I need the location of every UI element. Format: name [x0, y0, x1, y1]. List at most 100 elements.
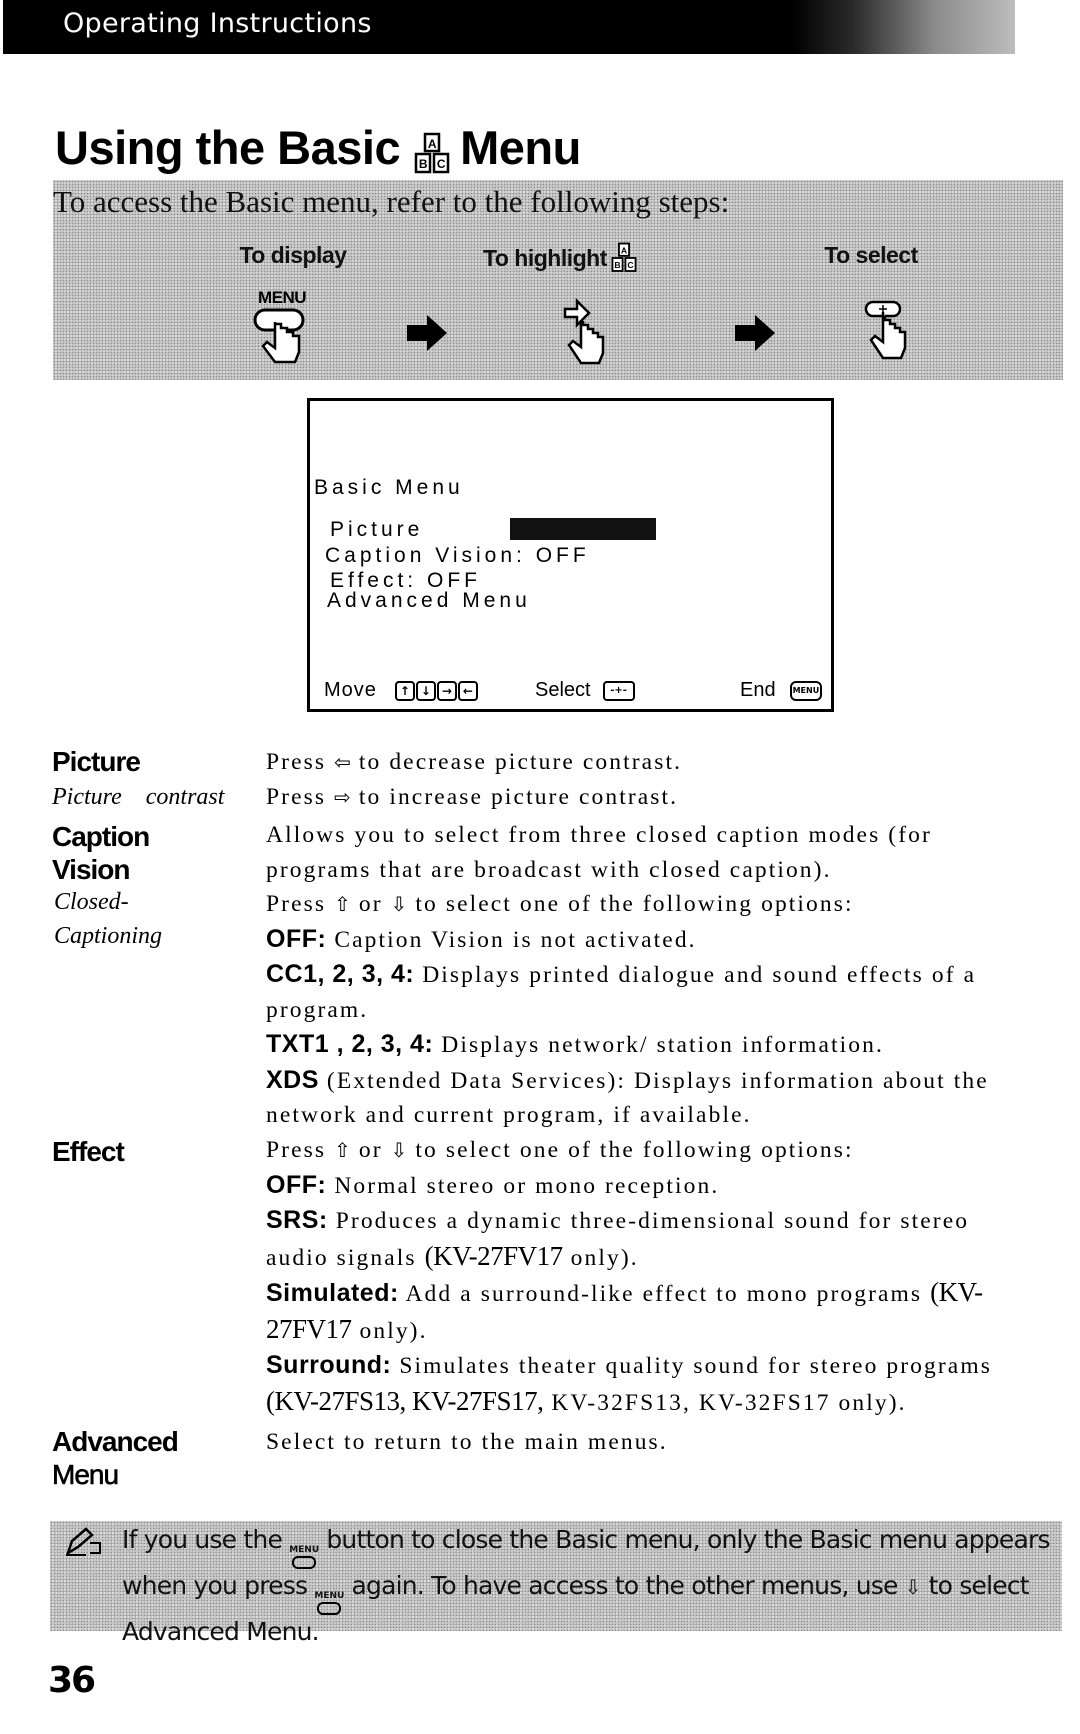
text: to select one of the following options: [415, 891, 854, 917]
caption-vision-description: Allows you to select from three closed c… [266, 818, 1006, 1133]
hand-press-menu-icon [251, 306, 321, 381]
svg-text:B: B [614, 260, 620, 270]
up-arrow-icon: ⇧ [334, 1138, 351, 1162]
steps-panel: To access the Basic menu, refer to the f… [53, 180, 1063, 380]
text: or [358, 891, 383, 917]
text: to increase picture contrast. [358, 783, 679, 810]
menu-button-label: MENU [289, 1545, 320, 1555]
menu-button-label: MENU [314, 1591, 345, 1601]
option-key: SRS: [266, 1206, 328, 1234]
effect-option: Simulated: Add a surround-like effect to… [266, 1275, 1036, 1348]
down-arrow-icon: ⇩ [390, 892, 408, 916]
svg-text:C: C [437, 157, 446, 171]
option-text: Caption Vision is not activated. [334, 926, 697, 953]
end-label: End [740, 679, 776, 701]
picture-description: Press ⇦ to decrease picture contrast. Pr… [266, 745, 1056, 814]
svg-text:C: C [627, 260, 634, 270]
hand-press-arrow-icon [561, 295, 611, 375]
right-key-icon: → [436, 680, 457, 701]
steps-intro: To access the Basic menu, refer to the f… [53, 184, 730, 219]
option-text: Add a surround-like effect to mono progr… [405, 1281, 923, 1307]
tv-screen-basic-menu: Basic Menu Picture Caption Vision: OFF E… [307, 398, 834, 712]
abc-blocks-icon: A B C [611, 242, 637, 279]
note-pencil-icon [64, 1527, 104, 1562]
menu-button-icon: MENU [314, 1592, 344, 1615]
svg-text:B: B [419, 157, 428, 171]
svg-text:A: A [621, 246, 628, 256]
effect-press-line: Press ⇧ or ⇩ to select one of the follow… [266, 1133, 1036, 1168]
subterm-line: Captioning [54, 923, 163, 949]
caption-option: XDS (Extended Data Services): Displays i… [266, 1063, 1006, 1133]
picture-decrease-line: Press ⇦ to decrease picture contrast. [266, 745, 1056, 780]
left-arrow-icon: ⇦ [334, 750, 351, 774]
note-panel: If you use the MENU button to close the … [50, 1521, 1062, 1646]
down-key-icon: ↓ [415, 680, 436, 701]
move-label: Move [324, 679, 377, 701]
up-key-icon: ↑ [394, 680, 415, 701]
option-key: TXT1 , 2, 3, 4: [266, 1030, 434, 1058]
effect-option: Surround: Simulates theater quality soun… [266, 1348, 1036, 1420]
text: Press [266, 749, 327, 775]
step-label: To display [239, 242, 347, 268]
text: to select one of the following options: [415, 1137, 854, 1163]
option-key: CC1, 2, 3, 4: [266, 960, 415, 988]
menu-key-icon: MENU [789, 680, 823, 701]
term-caption-vision: Caption Vision [52, 820, 150, 886]
option-tail: only). [570, 1244, 639, 1271]
term-line: Advanced [52, 1426, 179, 1457]
option-tail: only). [359, 1317, 428, 1344]
subterm-line: Closed- [54, 889, 129, 915]
term-advanced-menu: Advanced Menu [52, 1425, 179, 1491]
osd-footer-select: Select -+- [535, 679, 636, 702]
option-text: Simulates theater quality sound for ster… [399, 1353, 992, 1379]
term-line: Vision [52, 854, 131, 885]
osd-highlight-bar [510, 518, 656, 540]
option-key: Simulated: [266, 1279, 399, 1307]
caption-option: CC1, 2, 3, 4: Displays printed dialogue … [266, 957, 1006, 1027]
effect-option: SRS: Produces a dynamic three-dimensiona… [266, 1203, 1036, 1275]
down-arrow-icon: ⇩ [904, 1575, 922, 1599]
page-title-text-end: Menu [460, 121, 581, 174]
caption-option: OFF: Caption Vision is not activated. [266, 922, 1006, 958]
term-line: Caption [52, 821, 150, 852]
hand-press-select-icon [863, 298, 913, 378]
up-arrow-icon: ⇧ [334, 892, 351, 916]
abc-blocks-icon: A B C [414, 132, 450, 176]
arrow-right-icon [733, 313, 777, 358]
page-title-text-start: Using the Basic [55, 121, 401, 174]
option-models: (KV-27FS13, KV-27FS17, [266, 1385, 544, 1416]
caption-intro: Allows you to select from three closed c… [266, 822, 932, 883]
step-select: To select [811, 242, 931, 269]
step-highlight: To highlight A B C [483, 242, 683, 279]
text: Press [266, 891, 327, 917]
text: If you use the [122, 1525, 283, 1554]
left-key-icon: ← [457, 680, 478, 701]
option-text: (Extended Data Services): Displays infor… [266, 1067, 989, 1129]
svg-text:A: A [428, 137, 437, 151]
osd-item-advanced-menu[interactable]: Advanced Menu [327, 589, 531, 613]
menu-button-icon: MENU [289, 1546, 319, 1569]
option-models: (KV-27FV17 [424, 1240, 564, 1271]
down-arrow-icon: ⇩ [390, 1138, 408, 1162]
option-text: Displays network/ station information. [441, 1032, 884, 1058]
step-display: To display [223, 242, 363, 269]
arrow-right-icon [405, 313, 449, 358]
osd-item-picture[interactable]: Picture [330, 518, 423, 542]
option-key: OFF: [266, 924, 327, 953]
effect-option: OFF: Normal stereo or mono reception. [266, 1168, 1036, 1204]
subterm-closed-captioning: Closed- Captioning [54, 885, 162, 953]
option-key: XDS [266, 1065, 319, 1094]
osd-item-caption-vision[interactable]: Caption Vision: OFF [325, 544, 590, 568]
term-picture: Picture [52, 746, 141, 777]
option-text: Normal stereo or mono reception. [334, 1172, 720, 1199]
option-tail: KV-32FS13, KV-32FS17 only). [551, 1389, 907, 1416]
term-line: Menu [52, 1459, 120, 1491]
term-effect: Effect [52, 1136, 125, 1167]
picture-increase-line: Press ⇨ to increase picture contrast. [266, 780, 1056, 815]
step-label: To highlight [483, 245, 607, 271]
step-label: To select [824, 242, 918, 268]
section-title: Operating Instructions [63, 8, 372, 39]
subterm-picture-contrast: Picture contrast [52, 784, 225, 810]
text: to decrease picture contrast. [358, 749, 683, 775]
option-key: OFF: [266, 1170, 327, 1199]
